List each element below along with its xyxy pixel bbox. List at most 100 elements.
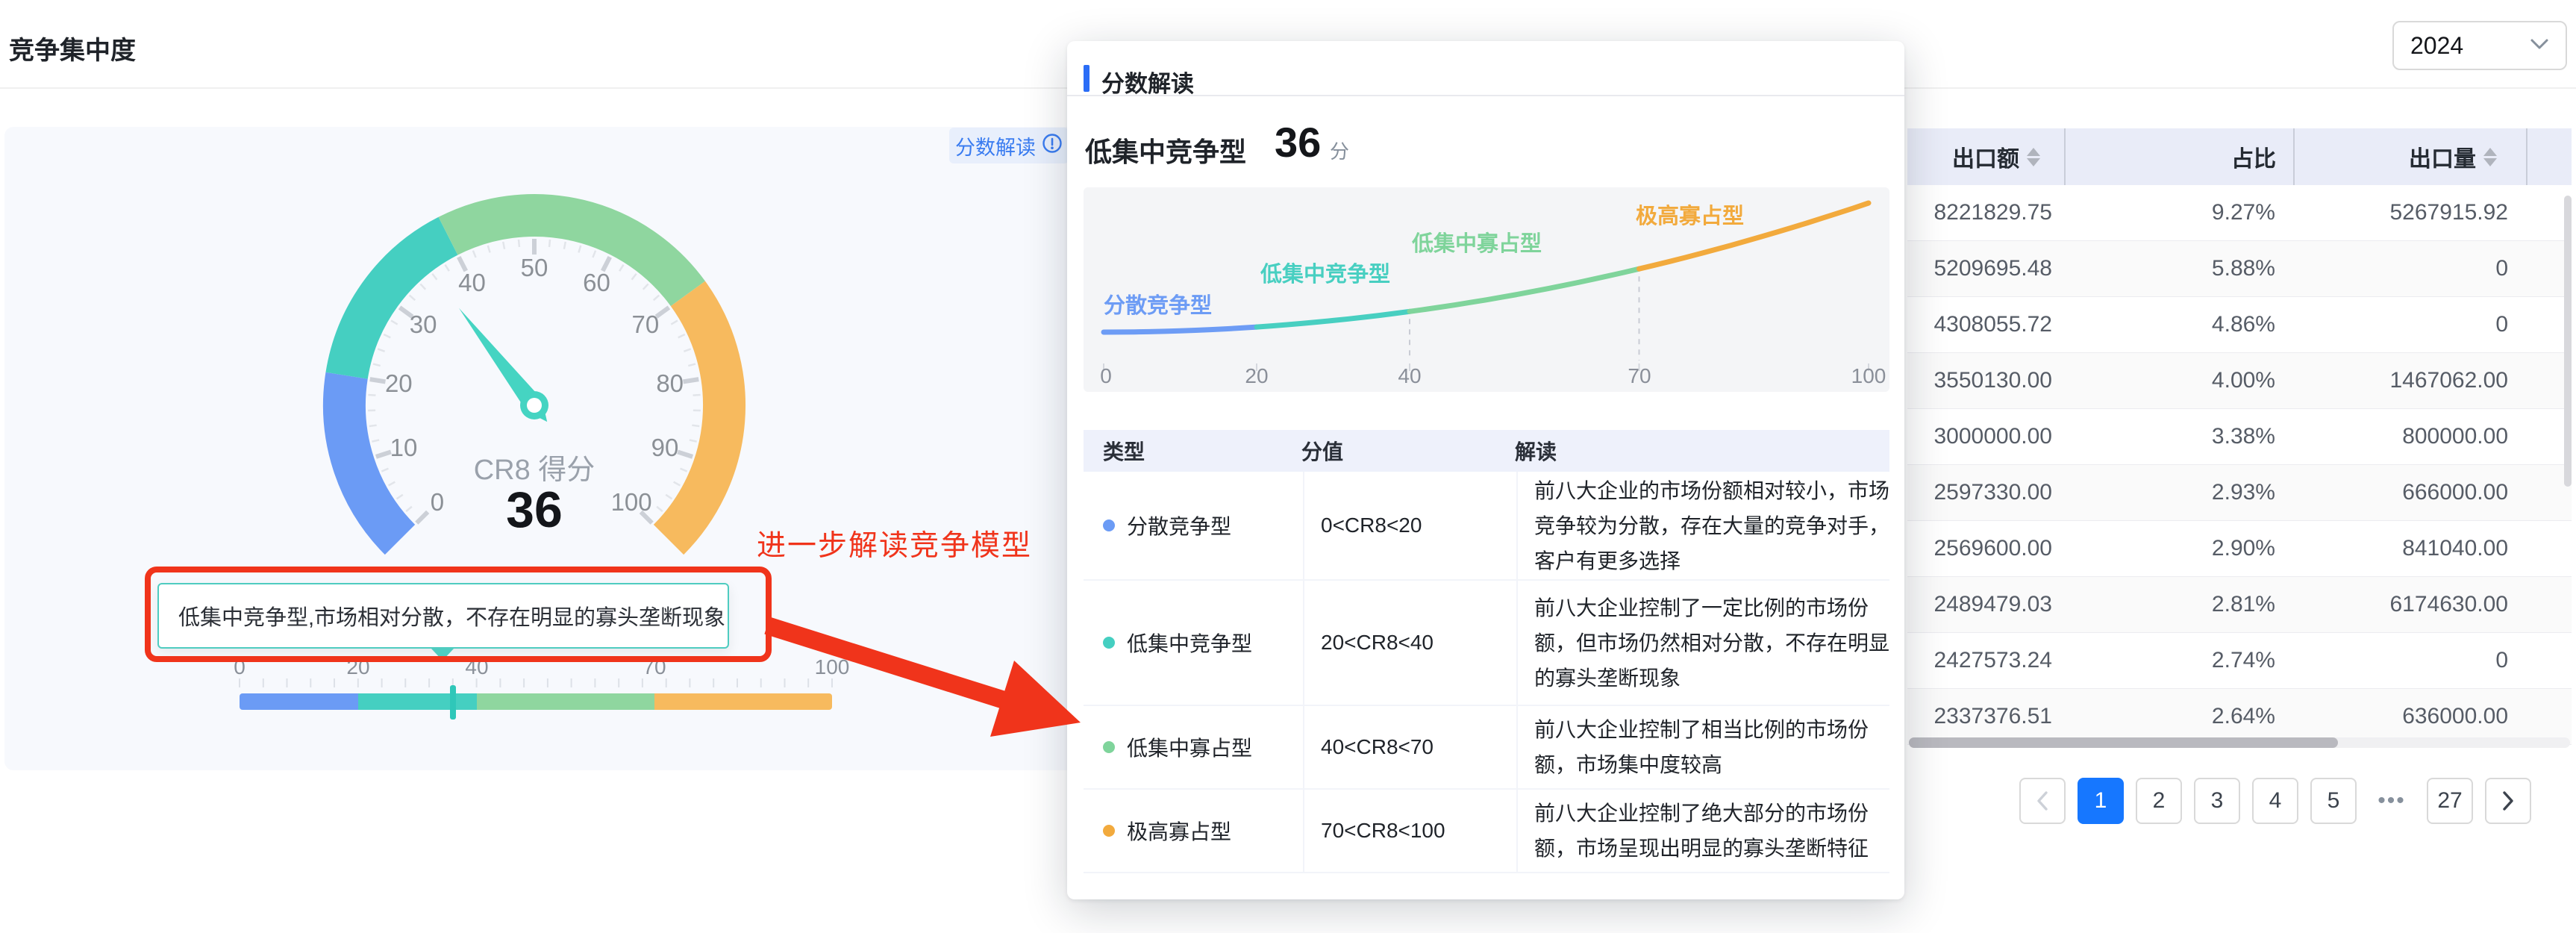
curve-x-label-100: 100 <box>1851 364 1886 387</box>
cell-share: 3.38% <box>2064 409 2275 464</box>
pagination-page-5[interactable]: 5 <box>2310 778 2357 824</box>
pagination-page-1[interactable]: 1 <box>2078 778 2124 824</box>
scale-bar-segment-2 <box>358 693 477 710</box>
chevron-left-icon <box>2034 790 2051 812</box>
pagination-next-button[interactable] <box>2485 778 2531 824</box>
cell-share: 4.86% <box>2064 297 2275 352</box>
interpretation-row: 分散竞争型 0<CR8<20 前八大企业的市场份额相对较小，市场竞争较为分散，存… <box>1084 472 1889 581</box>
type-dot <box>1103 637 1115 649</box>
horizontal-scrollbar-thumb[interactable] <box>1909 737 2338 748</box>
scale-bar-label-100: 100 <box>802 655 862 679</box>
modal-score-unit: 分 <box>1330 137 1349 164</box>
sort-icon[interactable] <box>2483 148 2497 166</box>
cell-export-volume: 0 <box>2293 241 2508 296</box>
scale-bar-label-0: 0 <box>210 655 269 679</box>
cell-export-amount: 4308055.72 <box>1907 297 2052 352</box>
cell-share: 2.93% <box>2064 465 2275 520</box>
gauge-result-tooltip-text: 低集中竞争型,市场相对分散，不存在明显的寡头垄断现象 <box>178 600 725 631</box>
modal-title: 分数解读 <box>1101 65 1194 99</box>
cell-export-amount: 2337376.51 <box>1907 689 2052 744</box>
header-label: 出口额 <box>1952 140 2019 173</box>
table-row: 2489479.03 2.81% 6174630.00 <box>1907 577 2572 633</box>
cell-export-volume: 0 <box>2293 633 2508 688</box>
table-row: 3550130.00 4.00% 1467062.00 <box>1907 353 2572 409</box>
scale-bar-segment-4 <box>654 693 832 710</box>
column-divider <box>2064 128 2066 185</box>
th-desc: 解读 <box>1515 436 1557 466</box>
cell-export-volume: 666000.00 <box>2293 465 2508 520</box>
table-header-export-volume[interactable]: 出口量 <box>2313 128 2497 185</box>
desc-text: 前八大企业控制了一定比例的市场份额，但市场仍然相对分散，不存在明显的寡头垄断现象 <box>1534 590 1889 696</box>
curve-x-label-70: 70 <box>1628 364 1651 387</box>
cell-share: 9.27% <box>2064 185 2275 240</box>
score-interpretation-link-label: 分数解读 <box>955 131 1036 160</box>
scale-bar-label-20: 20 <box>328 655 388 679</box>
cell-export-amount: 2489479.03 <box>1907 577 2052 632</box>
interpretation-table-header: 类型 分值 解读 <box>1084 430 1889 472</box>
scale-bar-segment-1 <box>240 693 358 710</box>
th-type: 类型 <box>1103 436 1145 466</box>
year-select[interactable]: 2024 <box>2392 21 2567 70</box>
cell-export-amount: 3550130.00 <box>1907 353 2052 408</box>
cell-share: 5.88% <box>2064 241 2275 296</box>
pagination-ellipsis[interactable]: ••• <box>2369 778 2415 824</box>
interpretation-table: 类型 分值 解读 分散竞争型 0<CR8<20 前八大企业的市场份额相对较小，市… <box>1084 430 1889 873</box>
type-name: 极高寡占型 <box>1127 816 1231 846</box>
gauge-result-tooltip: 低集中竞争型,市场相对分散，不存在明显的寡头垄断现象 <box>157 583 729 649</box>
column-divider <box>2293 128 2295 185</box>
curve-label-high-oligopoly: 极高寡占型 <box>1636 203 1744 228</box>
table-row: 5209695.48 5.88% 0 <box>1907 241 2572 297</box>
interpretation-row: 低集中寡占型 40<CR8<70 前八大企业控制了相当比例的市场份额，市场集中度… <box>1084 706 1889 790</box>
vertical-scrollbar[interactable] <box>2564 196 2572 487</box>
cell-export-volume: 841040.00 <box>2293 521 2508 576</box>
gauge-score-value: 36 <box>385 481 684 539</box>
interpretation-row: 极高寡占型 70<CR8<100 前八大企业控制了绝大部分的市场份额，市场呈现出… <box>1084 790 1889 873</box>
cell-export-amount: 2569600.00 <box>1907 521 2052 576</box>
type-name: 低集中寡占型 <box>1127 732 1252 762</box>
interpretation-row: 低集中竞争型 20<CR8<40 前八大企业控制了一定比例的市场份额，但市场仍然… <box>1084 581 1889 706</box>
table-row: 4308055.72 4.86% 0 <box>1907 297 2572 353</box>
table-row: 2597330.00 2.93% 666000.00 <box>1907 465 2572 521</box>
header-label: 占比 <box>2231 140 2276 173</box>
score-interpretation-link[interactable]: 分数解读 <box>949 128 1069 163</box>
modal-score-value: 36 <box>1275 118 1321 166</box>
pagination-page-4[interactable]: 4 <box>2252 778 2298 824</box>
desc-text: 前八大企业控制了绝大部分的市场份额，市场呈现出明显的寡头垄断特征 <box>1534 796 1889 866</box>
type-name: 低集中竞争型 <box>1127 628 1252 658</box>
cell-export-volume: 0 <box>2293 297 2508 352</box>
interpretation-curve-chart: 分散竞争型 低集中竞争型 低集中寡占型 极高寡占型 0 20 40 70 100 <box>1084 187 1889 392</box>
pagination-prev-button[interactable] <box>2019 778 2066 824</box>
type-dot <box>1103 519 1115 531</box>
type-dot <box>1103 741 1115 753</box>
scale-bar-label-40: 40 <box>447 655 507 679</box>
cell-share: 2.90% <box>2064 521 2275 576</box>
range-value: 0<CR8<20 <box>1321 514 1422 537</box>
header-label: 出口量 <box>2409 140 2476 173</box>
curve-x-label-40: 40 <box>1398 364 1421 387</box>
desc-text: 前八大企业的市场份额相对较小，市场竞争较为分散，存在大量的竞争对手，客户有更多选… <box>1534 473 1889 578</box>
type-name: 分散竞争型 <box>1127 511 1231 540</box>
desc-text: 前八大企业控制了相当比例的市场份额，市场集中度较高 <box>1534 712 1889 782</box>
cell-export-volume: 6174630.00 <box>2293 577 2508 632</box>
cell-export-volume: 5267915.92 <box>2293 185 2508 240</box>
pagination-page-2[interactable]: 2 <box>2136 778 2182 824</box>
cell-export-amount: 8221829.75 <box>1907 185 2052 240</box>
chevron-right-icon <box>2500 790 2516 812</box>
table-header-share: 占比 <box>2089 128 2276 185</box>
pagination-page-3[interactable]: 3 <box>2194 778 2240 824</box>
table-header-export-amount[interactable]: 出口额 <box>1916 128 2040 185</box>
modal-title-accent-bar <box>1084 65 1090 92</box>
table-row: 8221829.75 9.27% 5267915.92 <box>1907 185 2572 241</box>
cell-export-amount: 3000000.00 <box>1907 409 2052 464</box>
chevron-down-icon <box>2530 38 2549 54</box>
type-dot <box>1103 825 1115 837</box>
curve-label-dispersed: 分散竞争型 <box>1104 293 1212 318</box>
cell-share: 2.74% <box>2064 633 2275 688</box>
cell-share: 2.64% <box>2064 689 2275 744</box>
th-range: 分值 <box>1301 436 1343 466</box>
cell-export-amount: 2597330.00 <box>1907 465 2052 520</box>
table-row: 3000000.00 3.38% 800000.00 <box>1907 409 2572 465</box>
pagination-page-27[interactable]: 27 <box>2427 778 2473 824</box>
scale-bar-segment-3 <box>477 693 654 710</box>
sort-icon[interactable] <box>2027 148 2040 166</box>
